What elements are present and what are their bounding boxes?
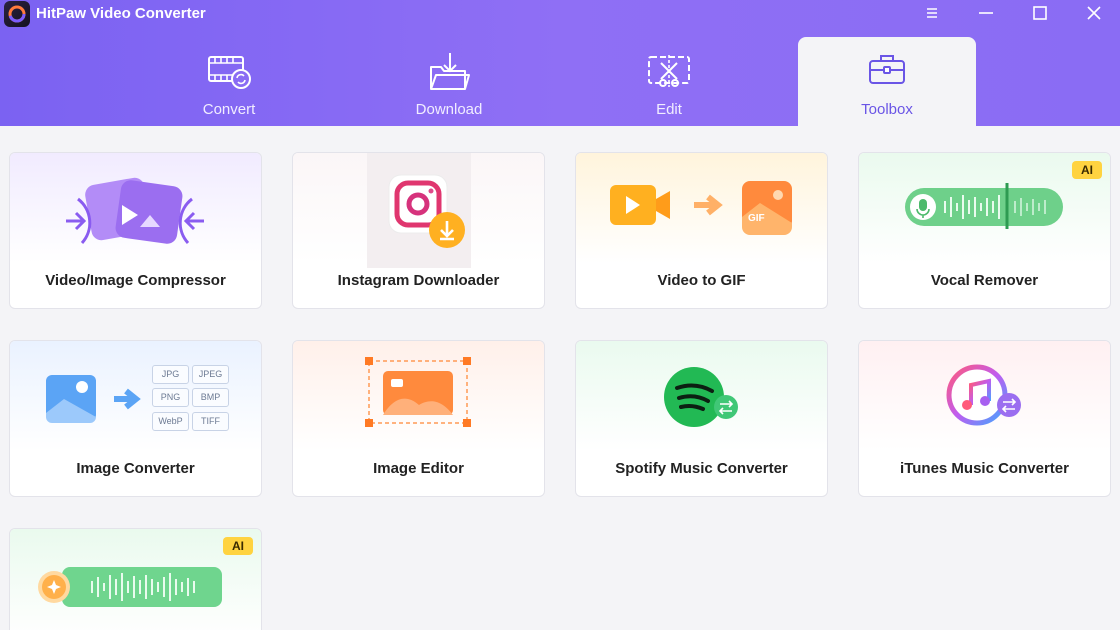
convert-film-icon: [208, 56, 251, 89]
tool-label: Image Editor: [373, 460, 464, 477]
tool-card-vocal-remover[interactable]: AI Vocal Remover: [858, 152, 1111, 309]
tool-label: iTunes Music Converter: [900, 460, 1069, 477]
ai-badge: AI: [223, 537, 253, 555]
app-title: HitPaw Video Converter: [36, 5, 206, 22]
tool-label: Video to GIF: [657, 272, 746, 289]
tab-label: Toolbox: [861, 101, 913, 118]
tab-edit[interactable]: Edit: [580, 37, 758, 126]
ai-badge: AI: [1072, 161, 1102, 179]
toolbox-icon: [869, 55, 905, 84]
app-logo-icon: [4, 1, 30, 27]
close-icon[interactable]: [1083, 2, 1105, 24]
maximize-icon[interactable]: [1029, 2, 1051, 24]
image-editor-icon: [365, 357, 471, 427]
tab-download[interactable]: Download: [360, 37, 538, 126]
tool-label: Vocal Remover: [930, 272, 1039, 289]
format-chip: TIFF: [192, 412, 229, 431]
title-bar: HitPaw Video Converter: [0, 0, 1120, 28]
tool-label: Instagram Downloader: [337, 272, 500, 289]
tab-convert[interactable]: Convert: [140, 37, 318, 126]
menu-icon[interactable]: [921, 2, 943, 24]
video-to-gif-icon: GIF: [610, 181, 792, 235]
tool-label: Image Converter: [76, 460, 195, 477]
spotify-icon: [664, 367, 738, 427]
app-header: HitPaw Video Converter Convert Download …: [0, 0, 1120, 126]
minimize-icon[interactable]: [975, 2, 997, 24]
tool-label: Spotify Music Converter: [615, 460, 788, 477]
tool-card-itunes-music-converter[interactable]: iTunes Music Converter: [858, 340, 1111, 497]
itunes-icon: [946, 364, 1021, 426]
tool-card-ai-voice[interactable]: AI: [9, 528, 262, 630]
edit-scissors-icon: [648, 55, 690, 87]
tool-card-video-to-gif[interactable]: GIF Video to GIF: [575, 152, 828, 309]
tool-card-image-converter[interactable]: JPG JPEG PNG BMP WebP TIFF Image Convert…: [9, 340, 262, 497]
download-folder-icon: [430, 53, 470, 90]
svg-text:GIF: GIF: [748, 213, 765, 224]
tool-card-spotify-music-converter[interactable]: Spotify Music Converter: [575, 340, 828, 497]
format-chip: JPEG: [192, 365, 229, 384]
instagram-icon: [367, 153, 471, 268]
format-chip: WebP: [152, 412, 189, 431]
tool-label: Video/Image Compressor: [45, 272, 226, 289]
tool-card-image-editor[interactable]: Image Editor: [292, 340, 545, 497]
tab-label: Edit: [656, 101, 682, 118]
tab-toolbox[interactable]: Toolbox: [798, 37, 976, 126]
tool-card-video-image-compressor[interactable]: Video/Image Compressor: [9, 152, 262, 309]
tab-label: Download: [415, 101, 483, 118]
format-chip: BMP: [192, 388, 229, 407]
format-chip: PNG: [152, 388, 189, 407]
tool-card-instagram-downloader[interactable]: Instagram Downloader: [292, 152, 545, 309]
tab-label: Convert: [202, 101, 256, 118]
compressor-icon: [66, 177, 204, 245]
format-chip: JPG: [152, 365, 189, 384]
